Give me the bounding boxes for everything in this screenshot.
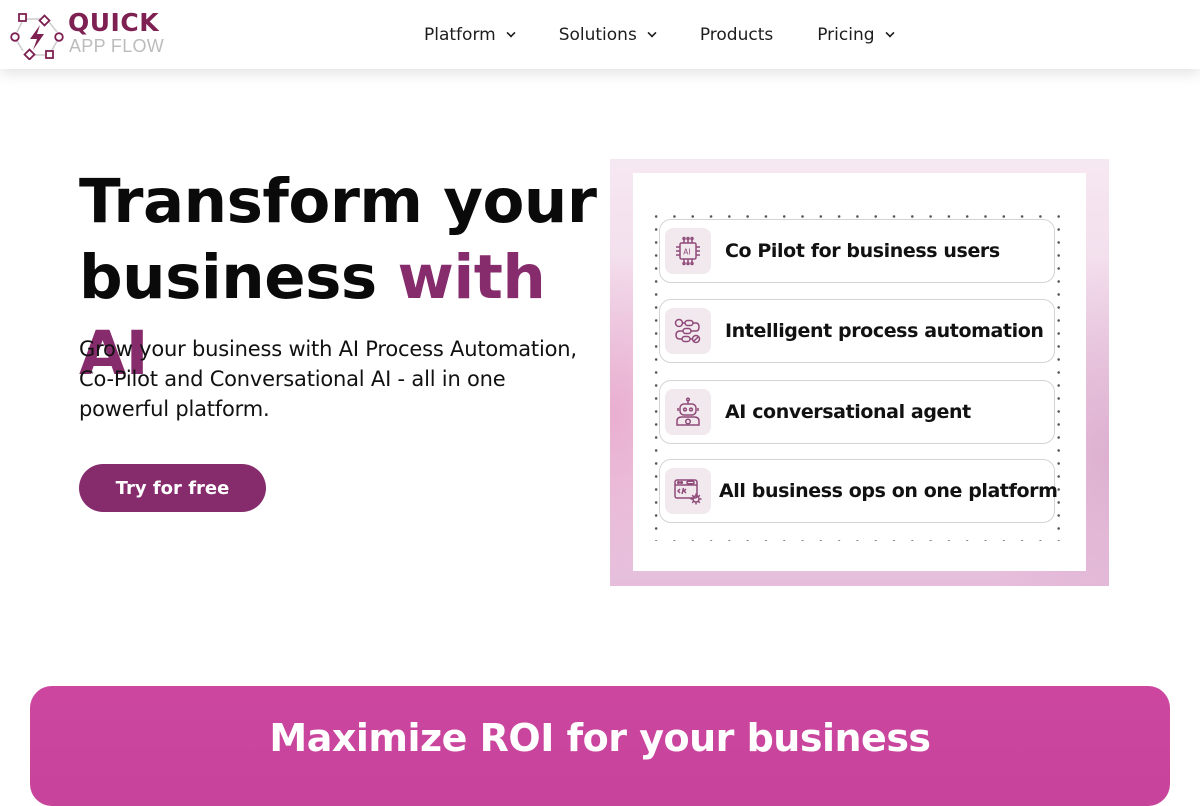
feature-label: Co Pilot for business users	[725, 240, 1000, 262]
feature-image: AI Co Pilot for business users Intellige…	[610, 159, 1109, 586]
logo-wordmark-primary: QUICK	[68, 8, 160, 37]
logo-wordmark-secondary: APP FLOW	[69, 36, 165, 56]
nav-item-pricing[interactable]: Pricing	[817, 25, 895, 45]
try-for-free-button[interactable]: Try for free	[79, 464, 266, 512]
feature-item-process-automation[interactable]: Intelligent process automation	[659, 299, 1055, 363]
nav-label: Products	[699, 25, 774, 45]
banner-title: Maximize ROI for your business	[269, 716, 931, 760]
nav-item-products[interactable]: Products	[700, 25, 773, 45]
main-nav: Platform Solutions Products Pricing	[424, 20, 938, 50]
nav-label: Solutions	[558, 25, 637, 45]
feature-item-conversational-agent[interactable]: AI conversational agent	[659, 380, 1055, 444]
chevron-down-icon	[885, 28, 895, 38]
feature-label: Intelligent process automation	[725, 320, 1044, 342]
nav-item-platform[interactable]: Platform	[424, 25, 516, 45]
logo[interactable]: QUICK APP FLOW	[10, 8, 170, 60]
feature-item-business-ops[interactable]: All business ops on one platform	[659, 459, 1058, 523]
lightning-cycle-logo-icon	[10, 13, 64, 60]
hero-subtitle: Grow your business with AI Process Autom…	[79, 337, 577, 421]
chevron-down-icon	[506, 28, 516, 38]
svg-text:AI: AI	[683, 248, 690, 257]
feature-label: All business ops on one platform	[719, 480, 1058, 502]
ai-chip-icon: AI	[665, 228, 711, 274]
nav-label: Pricing	[817, 25, 875, 45]
feature-item-copilot[interactable]: AI Co Pilot for business users	[659, 219, 1055, 283]
robot-icon	[665, 389, 711, 435]
hero-title-line1: Transform your	[79, 166, 597, 237]
code-window-gear-icon	[665, 468, 711, 514]
workflow-icon	[665, 308, 711, 354]
hero-title-line2: business	[79, 242, 398, 313]
site-header: QUICK APP FLOW Platform Solutions Produc…	[0, 0, 1200, 69]
nav-label: Platform	[424, 25, 496, 45]
chevron-down-icon	[647, 28, 657, 38]
nav-item-solutions[interactable]: Solutions	[558, 25, 657, 45]
roi-banner: Maximize ROI for your business	[30, 686, 1170, 806]
feature-label: AI conversational agent	[725, 401, 971, 423]
